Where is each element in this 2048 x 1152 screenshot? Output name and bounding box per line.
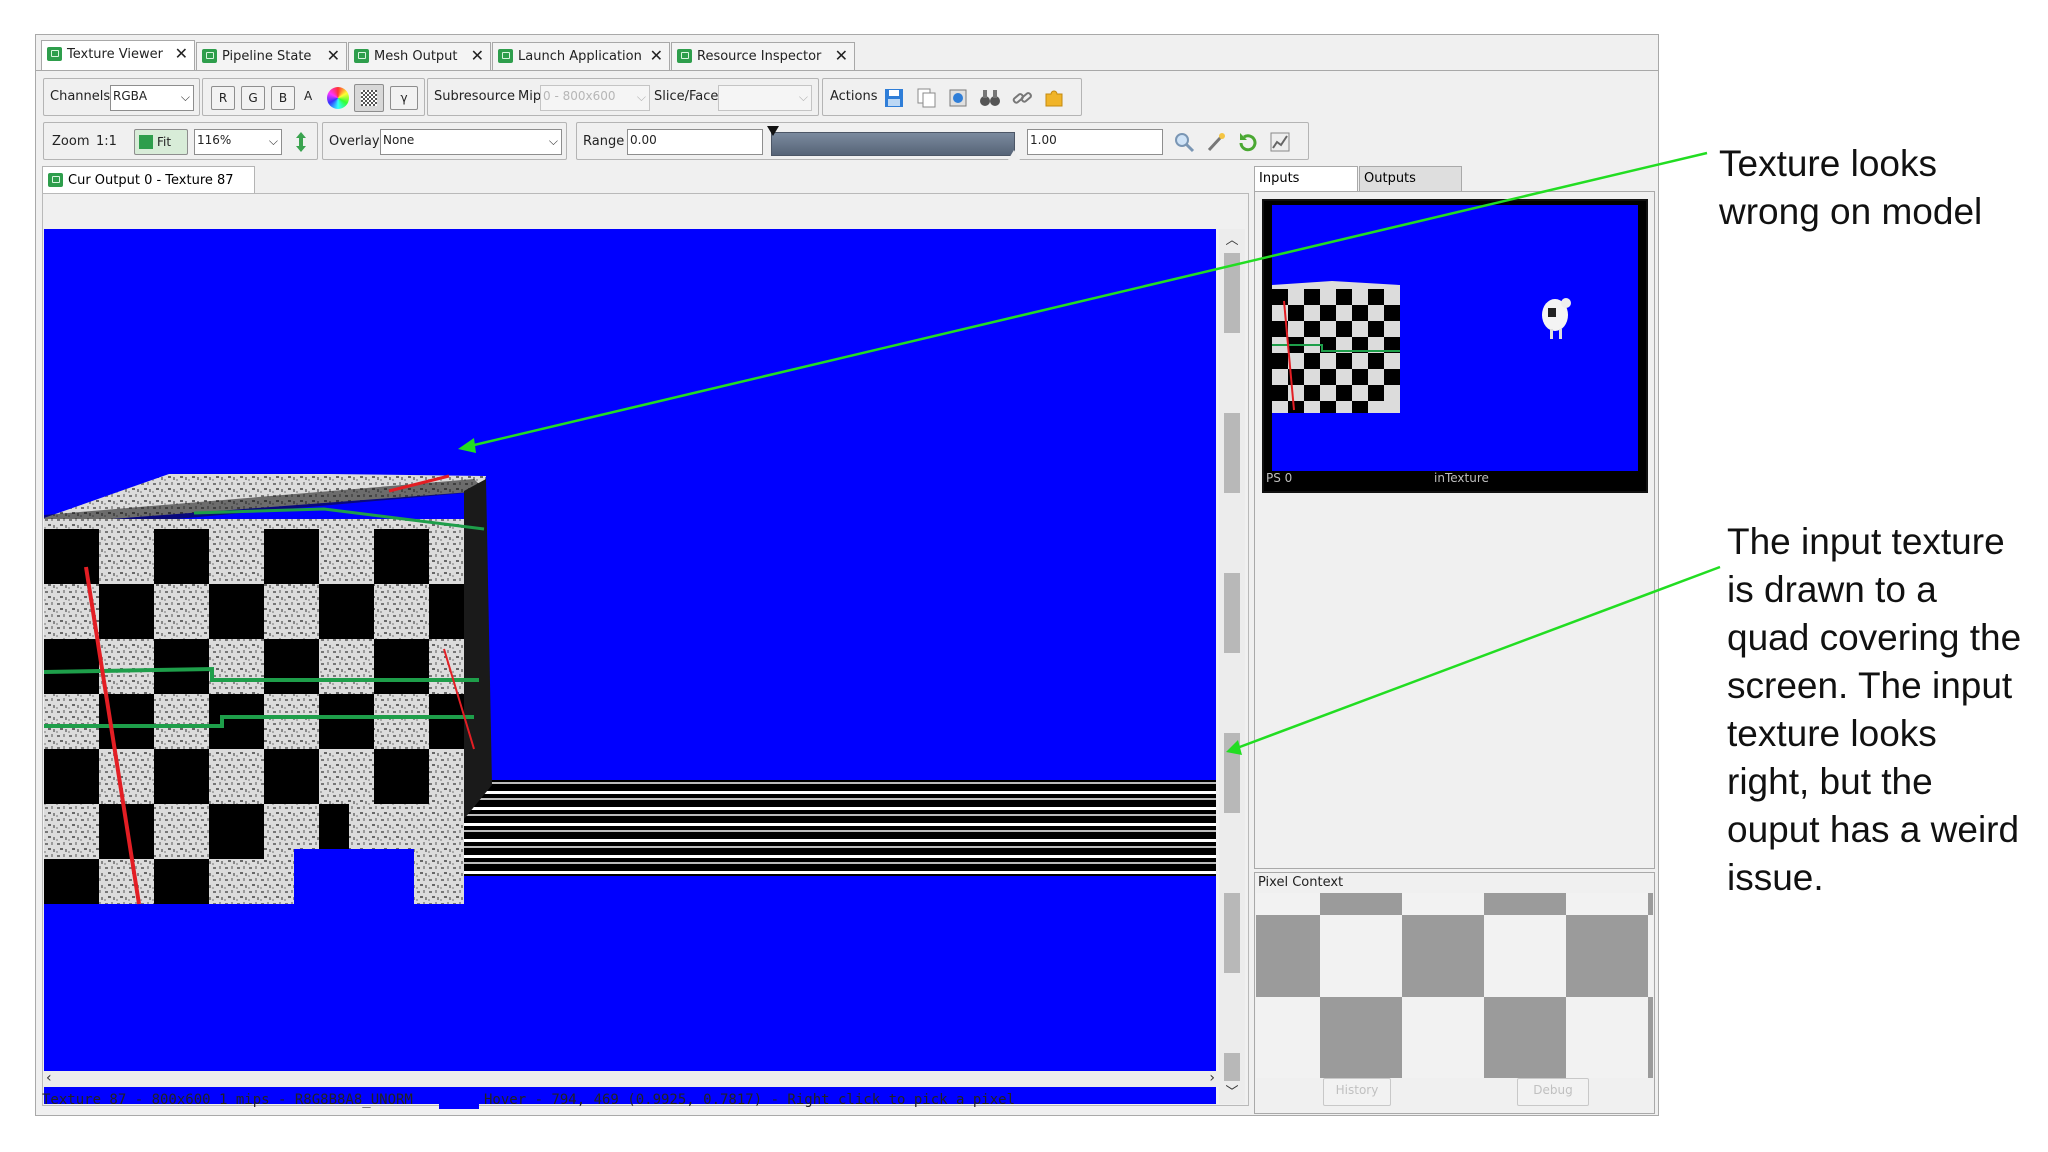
- arrow-head-bottom: [1226, 740, 1242, 755]
- arrow-line-bottom: [1236, 565, 1721, 750]
- arrow-head-top: [458, 438, 476, 453]
- annotation-bottom-note: The input texture is drawn to a quad cov…: [1727, 521, 2022, 898]
- arrow-line-top: [469, 151, 1708, 448]
- annotation-top-note: Texture looks wrong on model: [1719, 143, 1983, 232]
